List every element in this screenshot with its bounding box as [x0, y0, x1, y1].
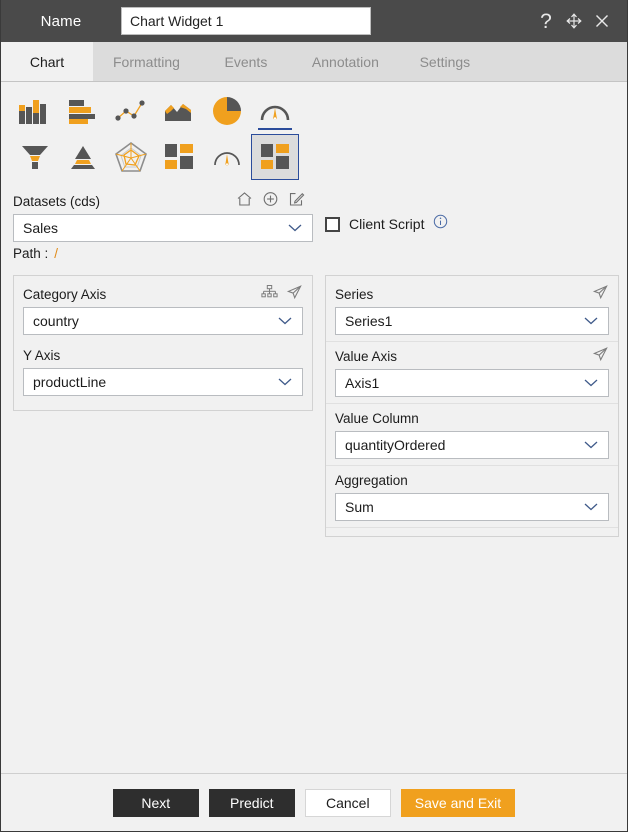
datasets-label: Datasets (cds) — [13, 193, 101, 209]
right-config-panel: Series Series1 Value Axis Axis1 Value Co… — [325, 275, 619, 537]
hierarchy-icon[interactable] — [261, 284, 278, 305]
gauge-chart-icon[interactable] — [251, 88, 299, 134]
left-config-panel: Category Axis country Y Axis productLine — [13, 275, 313, 411]
close-icon[interactable] — [589, 8, 615, 34]
bar-chart-icon[interactable] — [59, 88, 107, 134]
aggregation-label: Aggregation — [335, 472, 408, 488]
y-axis-select[interactable]: productLine — [23, 368, 303, 396]
chevron-down-icon — [276, 313, 294, 329]
client-script-section: Client Script — [313, 190, 619, 261]
path-value: / — [54, 246, 59, 261]
client-script-row: Client Script — [325, 214, 619, 234]
funnel-chart-icon[interactable] — [11, 134, 59, 180]
category-axis-header: Category Axis — [23, 283, 303, 305]
value-column-header: Value Column — [335, 407, 609, 429]
value-column-label: Value Column — [335, 410, 419, 426]
chart-type-selector — [1, 82, 627, 184]
field-y-axis: Y Axis productLine — [23, 341, 303, 402]
navigate-arrow-icon[interactable] — [592, 284, 609, 305]
field-series: Series Series1 — [335, 280, 609, 341]
chevron-down-icon — [582, 375, 600, 391]
category-axis-label: Category Axis — [23, 286, 107, 302]
series-value: Series1 — [345, 313, 393, 329]
tab-bar: Chart Formatting Events Annotation Setti… — [1, 42, 627, 82]
tab-events[interactable]: Events — [200, 42, 292, 81]
area-chart-icon[interactable] — [155, 88, 203, 134]
value-axis-label: Value Axis — [335, 348, 398, 364]
y-axis-value: productLine — [33, 374, 107, 390]
category-axis-icons — [261, 284, 303, 305]
y-axis-label: Y Axis — [23, 347, 61, 363]
tab-chart[interactable]: Chart — [1, 42, 93, 81]
datasets-select[interactable]: Sales — [13, 214, 313, 242]
value-axis-select[interactable]: Axis1 — [335, 369, 609, 397]
series-icons — [592, 284, 609, 305]
pyramid-chart-icon[interactable] — [59, 134, 107, 180]
field-value-column: Value Column quantityOrdered — [335, 404, 609, 465]
chevron-down-icon — [582, 313, 600, 329]
help-icon[interactable]: ? — [533, 8, 559, 34]
pie-chart-icon[interactable] — [203, 88, 251, 134]
datasets-toolbar — [236, 191, 313, 212]
scatter-chart-icon[interactable] — [107, 88, 155, 134]
plus-circle-icon[interactable] — [262, 191, 279, 212]
series-label: Series — [335, 286, 374, 302]
chevron-down-icon — [276, 374, 294, 390]
chart-type-row-1 — [11, 88, 619, 134]
tab-formatting[interactable]: Formatting — [93, 42, 200, 81]
column-chart-icon[interactable] — [11, 88, 59, 134]
y-axis-header: Y Axis — [23, 344, 303, 366]
datasets-section: Datasets (cds) Sales Path: / Client Scr… — [1, 184, 627, 261]
aggregation-value: Sum — [345, 499, 374, 515]
category-axis-value: country — [33, 313, 79, 329]
move-arrows-icon[interactable] — [561, 8, 587, 34]
aggregation-select[interactable]: Sum — [335, 493, 609, 521]
axis-config-columns: Category Axis country Y Axis productLine… — [1, 261, 627, 773]
title-bar: Name ? — [1, 0, 627, 42]
tab-annotation[interactable]: Annotation — [292, 42, 399, 81]
chart-type-row-2 — [11, 134, 619, 180]
chevron-down-icon — [582, 499, 600, 515]
info-icon[interactable] — [433, 214, 448, 234]
dial-gauge-chart-icon[interactable] — [203, 134, 251, 180]
panel-divider — [326, 527, 618, 528]
field-category-axis: Category Axis country — [23, 280, 303, 341]
value-axis-icons — [592, 346, 609, 367]
navigate-arrow-icon[interactable] — [592, 346, 609, 367]
series-header: Series — [335, 283, 609, 305]
value-axis-header: Value Axis — [335, 345, 609, 367]
field-aggregation: Aggregation Sum — [335, 466, 609, 527]
chart-widget-dialog: Name ? Chart Formatting Events Annota — [0, 0, 628, 832]
name-label: Name — [40, 12, 82, 30]
chevron-down-icon — [582, 437, 600, 453]
aggregation-header: Aggregation — [335, 469, 609, 491]
value-column-select[interactable]: quantityOrdered — [335, 431, 609, 459]
dataset-path-row: Path : / — [13, 246, 313, 261]
save-and-exit-button[interactable]: Save and Exit — [400, 788, 516, 817]
predict-button[interactable]: Predict — [208, 788, 295, 817]
widget-name-input[interactable] — [121, 7, 371, 35]
client-script-label: Client Script — [349, 216, 425, 232]
tab-settings[interactable]: Settings — [399, 42, 491, 81]
datasets-select-value: Sales — [23, 220, 59, 236]
value-column-value: quantityOrdered — [345, 437, 446, 453]
chevron-down-icon — [286, 220, 304, 236]
client-script-checkbox[interactable] — [325, 216, 340, 232]
dialog-footer: Next Predict Cancel Save and Exit — [1, 773, 627, 831]
edit-pencil-icon[interactable] — [288, 191, 305, 212]
field-value-axis: Value Axis Axis1 — [335, 342, 609, 403]
next-button[interactable]: Next — [112, 788, 199, 817]
path-label: Path : — [13, 246, 49, 261]
datasets-header: Datasets (cds) — [13, 190, 313, 212]
cancel-button[interactable]: Cancel — [304, 788, 391, 817]
navigate-arrow-icon[interactable] — [286, 284, 303, 305]
category-axis-select[interactable]: country — [23, 307, 303, 335]
radar-chart-icon[interactable] — [107, 134, 155, 180]
datasets-left: Datasets (cds) Sales Path: / — [13, 190, 313, 261]
tile-chart-icon[interactable] — [251, 134, 299, 180]
treemap-chart-icon[interactable] — [155, 134, 203, 180]
value-axis-value: Axis1 — [345, 375, 380, 391]
home-icon[interactable] — [236, 191, 253, 212]
series-select[interactable]: Series1 — [335, 307, 609, 335]
